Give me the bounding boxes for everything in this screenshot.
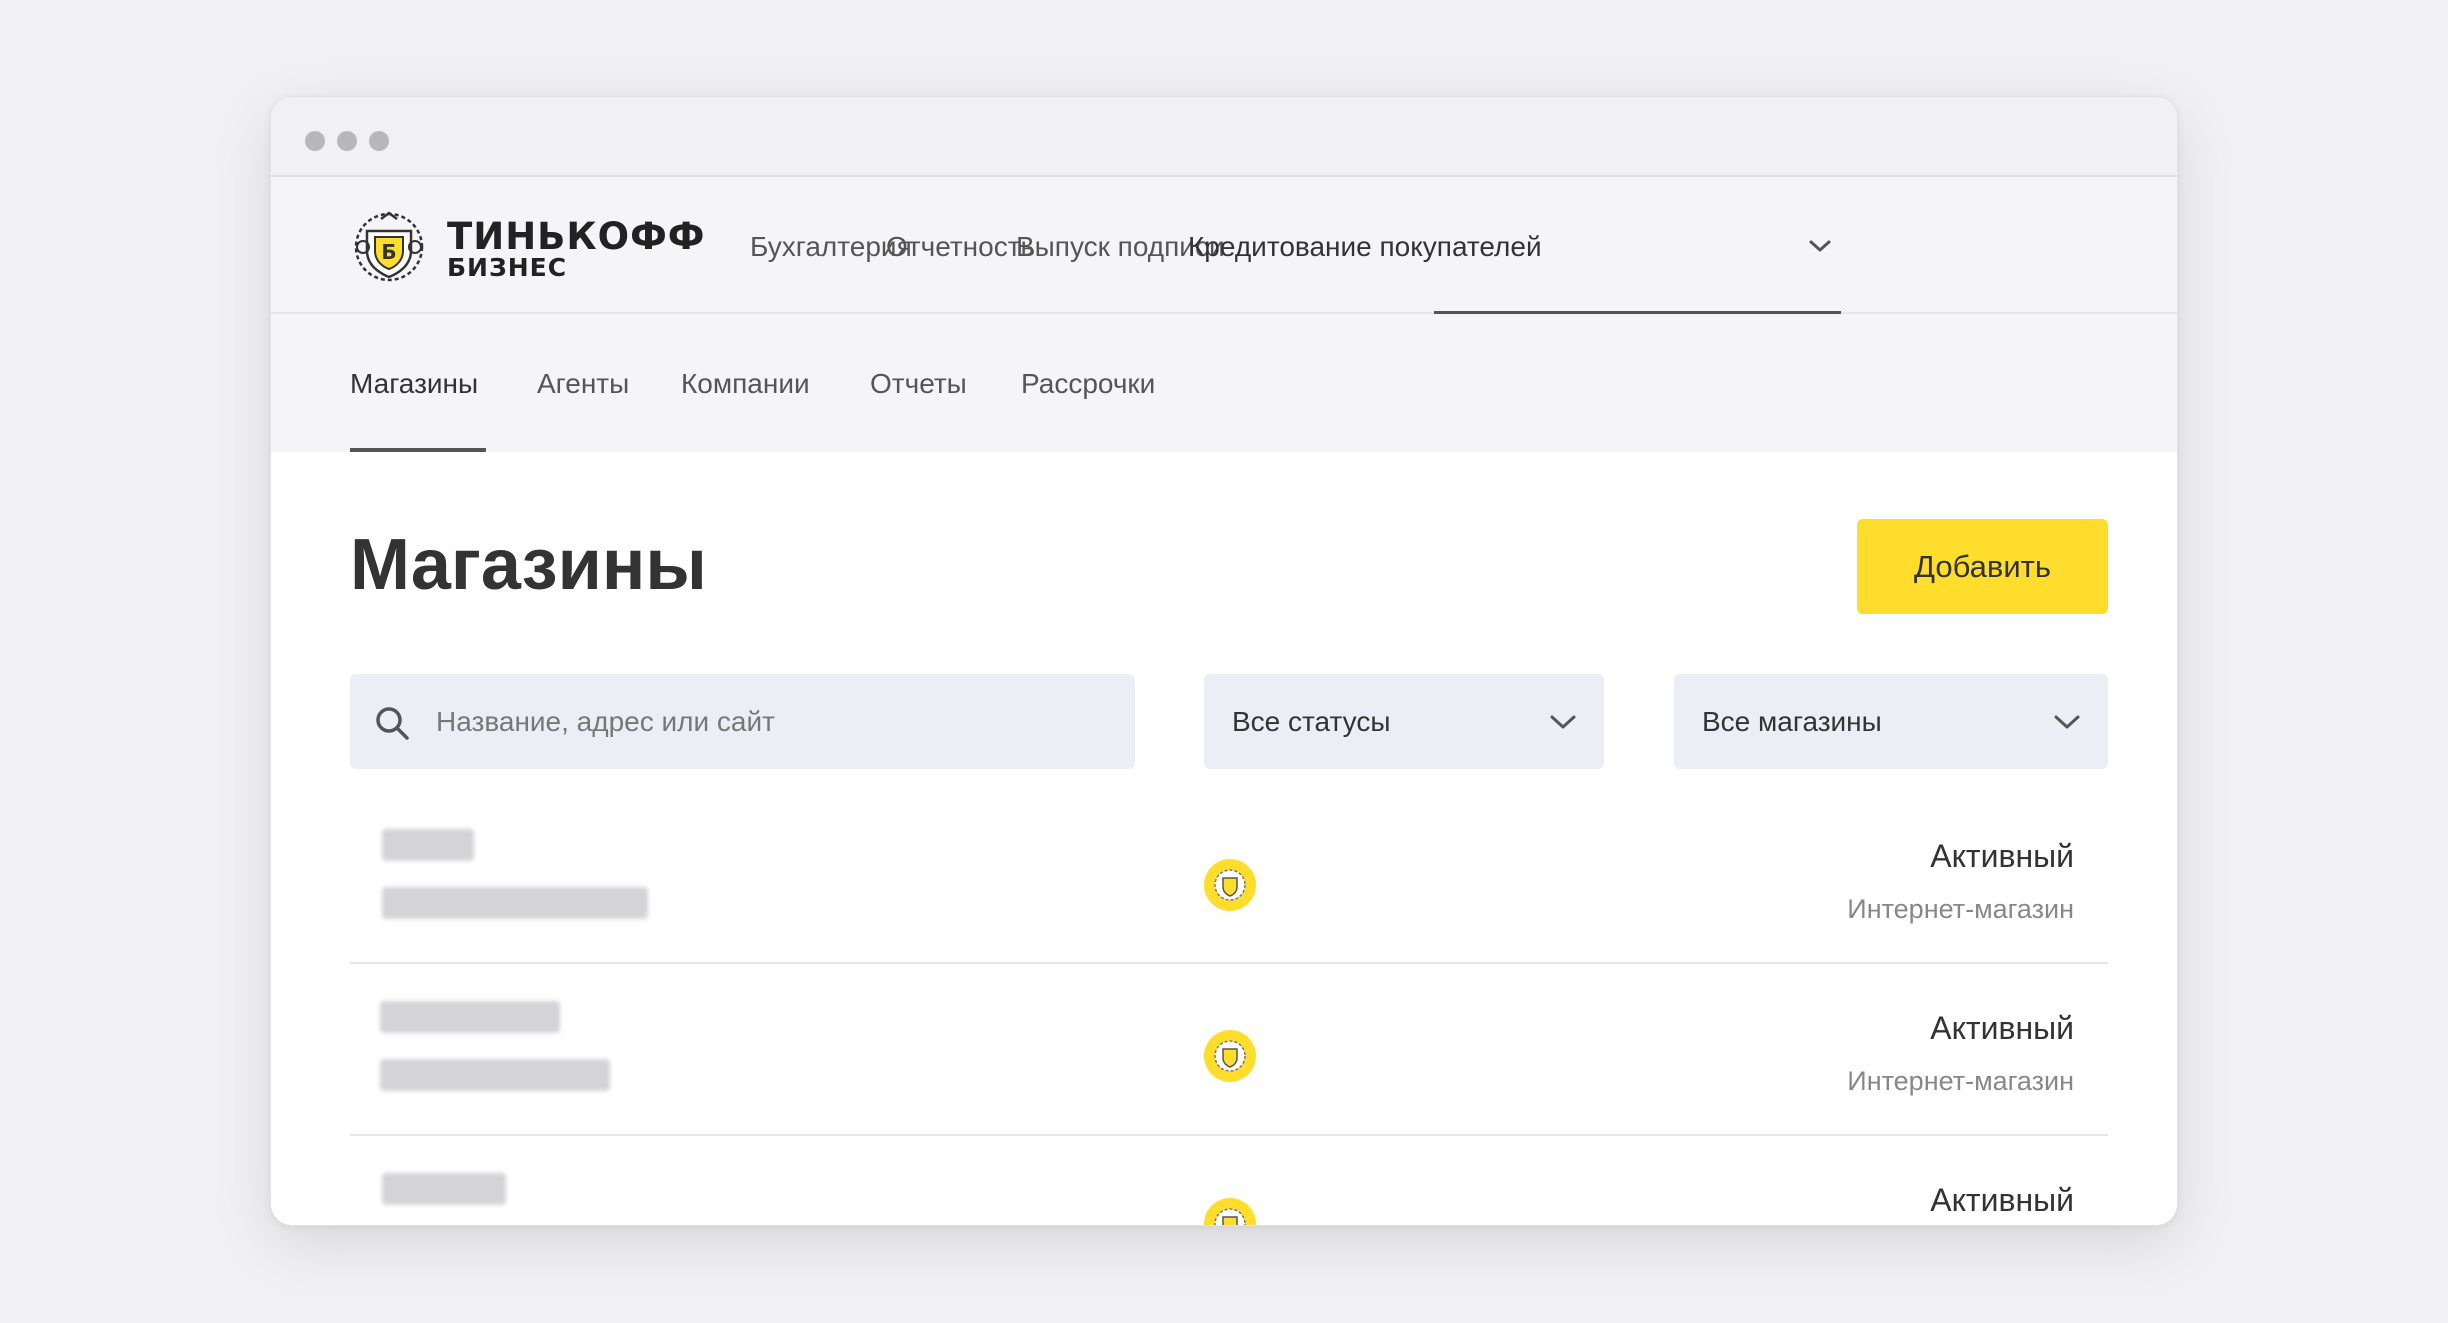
- search-input[interactable]: [436, 674, 1116, 769]
- tab-shops[interactable]: Магазины: [350, 368, 478, 400]
- tab-installments[interactable]: Рассрочки: [1021, 368, 1155, 400]
- row-status: Активный: [1930, 838, 2074, 874]
- redacted-address: [382, 887, 648, 919]
- tinkoff-emblem-icon: [1204, 859, 1256, 911]
- chevron-down-icon: [1550, 715, 1576, 729]
- window-dot: [305, 131, 325, 151]
- table-row[interactable]: Активный Интернет-магазин: [350, 966, 2108, 1136]
- tab-reports[interactable]: Отчеты: [870, 368, 967, 400]
- nav-item-reports[interactable]: Отчетность: [886, 231, 1035, 263]
- window-titlebar: [271, 97, 2177, 177]
- table-row[interactable]: Активный: [350, 1138, 2108, 1225]
- row-type: Интернет-магазин: [1847, 1066, 2074, 1096]
- redacted-address: [380, 1059, 610, 1091]
- status-select[interactable]: Все статусы: [1204, 674, 1604, 769]
- tinkoff-emblem-icon: Б: [354, 211, 424, 282]
- svg-text:Б: Б: [381, 240, 396, 264]
- search-icon: [376, 707, 409, 740]
- tinkoff-emblem-icon: [1204, 1030, 1256, 1082]
- shops-select[interactable]: Все магазины: [1674, 674, 2108, 769]
- page-title: Магазины: [350, 525, 707, 605]
- window-dot: [369, 131, 389, 151]
- chevron-down-icon[interactable]: [1808, 237, 1832, 255]
- top-navigation: Б ТИНЬКОФФ БИЗНЕС Бухгалтерия Отчетность…: [271, 177, 2177, 315]
- shops-select-value: Все магазины: [1702, 706, 1882, 737]
- main-content: Магазины Добавить Все статусы Все магази…: [271, 452, 2177, 1225]
- redacted-name: [382, 829, 474, 861]
- add-button[interactable]: Добавить: [1857, 519, 2108, 614]
- search-field[interactable]: [350, 674, 1135, 769]
- browser-window: Б ТИНЬКОФФ БИЗНЕС Бухгалтерия Отчетность…: [270, 96, 2178, 1226]
- row-status: Активный: [1930, 1010, 2074, 1046]
- brand-subname: БИЗНЕС: [447, 253, 568, 282]
- nav-item-buyer-credit[interactable]: Кредитование покупателей: [1188, 231, 1542, 263]
- tab-agents[interactable]: Агенты: [537, 368, 629, 400]
- redacted-name: [382, 1173, 506, 1205]
- chevron-down-icon: [2054, 715, 2080, 729]
- status-select-value: Все статусы: [1232, 706, 1391, 737]
- brand-logo[interactable]: Б ТИНЬКОФФ БИЗНЕС: [351, 211, 704, 283]
- row-type: Интернет-магазин: [1847, 894, 2074, 924]
- brand-name: ТИНЬКОФФ: [447, 215, 706, 258]
- tinkoff-emblem-icon: [1204, 1198, 1256, 1225]
- table-row[interactable]: Активный Интернет-магазин: [350, 794, 2108, 964]
- tab-companies[interactable]: Компании: [681, 368, 810, 400]
- sub-navigation: Магазины Агенты Компании Отчеты Рассрочк…: [271, 314, 2177, 452]
- redacted-name: [380, 1001, 560, 1033]
- window-dot: [337, 131, 357, 151]
- row-status: Активный: [1930, 1182, 2074, 1218]
